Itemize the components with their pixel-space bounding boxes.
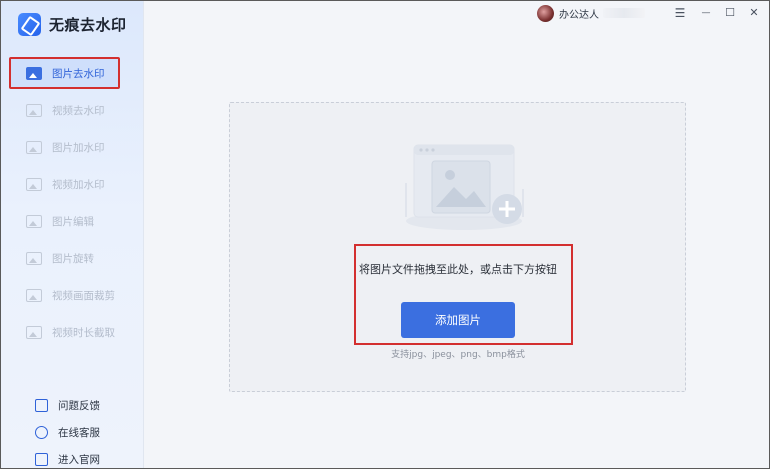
sidebar-item-label: 图片加水印 xyxy=(52,141,105,154)
username: 办公达人 xyxy=(559,9,599,21)
feedback-label: 问题反馈 xyxy=(58,399,100,412)
app-window: 无痕去水印 图片去水印 视频去水印 图片加水印 视频加水印 图片编辑 图片旋转 … xyxy=(0,0,770,469)
sidebar-item-label: 视频时长截取 xyxy=(52,326,115,339)
avatar xyxy=(537,4,554,22)
feedback-link[interactable]: 问题反馈 xyxy=(35,396,100,414)
user-profile[interactable]: 办公达人 xyxy=(537,4,645,22)
title-bar: 办公达人 ☰ — ☐ ✕ xyxy=(144,1,769,27)
close-button[interactable]: ✕ xyxy=(747,6,761,20)
customer-service-link[interactable]: 在线客服 xyxy=(35,423,100,441)
sidebar-bottom-links: 问题反馈 在线客服 进入官网 xyxy=(35,396,100,468)
website-link[interactable]: 进入官网 xyxy=(35,450,100,468)
app-logo: 无痕去水印 xyxy=(18,9,127,39)
sidebar-item-video-add-watermark[interactable]: 视频加水印 xyxy=(9,168,137,200)
trim-icon xyxy=(26,325,42,339)
supported-formats-text: 支持jpg、jpeg、png、bmp格式 xyxy=(391,350,525,360)
sidebar-item-label: 图片旋转 xyxy=(52,252,94,265)
sidebar-item-image-remove-watermark[interactable]: 图片去水印 xyxy=(9,57,120,89)
blurred-text xyxy=(603,8,645,18)
crop-icon xyxy=(26,288,42,302)
sidebar-item-video-trim[interactable]: 视频时长截取 xyxy=(9,316,137,348)
drop-hint-text: 将图片文件拖拽至此处，或点击下方按钮 xyxy=(359,263,557,276)
sidebar-item-label: 图片去水印 xyxy=(52,67,105,80)
sidebar-item-video-crop[interactable]: 视频画面裁剪 xyxy=(9,279,137,311)
sidebar-item-label: 图片编辑 xyxy=(52,215,94,228)
sidebar-menu: 图片去水印 视频去水印 图片加水印 视频加水印 图片编辑 图片旋转 视频画面裁剪… xyxy=(9,57,137,353)
add-image-button[interactable]: 添加图片 xyxy=(401,302,515,338)
image-icon xyxy=(26,66,42,80)
image-edit-icon xyxy=(26,214,42,228)
minimize-button[interactable]: — xyxy=(699,6,713,20)
eraser-logo-icon xyxy=(18,12,41,36)
upload-image-illustration-icon xyxy=(405,144,524,230)
app-title: 无痕去水印 xyxy=(49,15,127,34)
rotate-icon xyxy=(26,251,42,265)
customer-service-icon xyxy=(35,425,48,439)
maximize-button[interactable]: ☐ xyxy=(723,6,737,20)
sidebar-item-label: 视频画面裁剪 xyxy=(52,289,115,302)
image-drop-zone[interactable]: 将图片文件拖拽至此处，或点击下方按钮 添加图片 支持jpg、jpeg、png、b… xyxy=(229,102,686,392)
sidebar-item-label: 视频去水印 xyxy=(52,104,105,117)
sidebar-item-label: 视频加水印 xyxy=(52,178,105,191)
sidebar: 无痕去水印 图片去水印 视频去水印 图片加水印 视频加水印 图片编辑 图片旋转 … xyxy=(1,1,144,468)
website-label: 进入官网 xyxy=(58,453,100,466)
feedback-icon xyxy=(35,398,48,412)
sidebar-item-image-rotate[interactable]: 图片旋转 xyxy=(9,242,137,274)
customer-service-label: 在线客服 xyxy=(58,426,100,439)
menu-icon[interactable]: ☰ xyxy=(673,6,687,20)
sidebar-item-image-add-watermark[interactable]: 图片加水印 xyxy=(9,131,137,163)
sidebar-item-image-edit[interactable]: 图片编辑 xyxy=(9,205,137,237)
website-icon xyxy=(35,452,48,466)
sidebar-item-video-remove-watermark[interactable]: 视频去水印 xyxy=(9,94,137,126)
video-add-icon xyxy=(26,177,42,191)
image-add-icon xyxy=(26,140,42,154)
video-icon xyxy=(26,103,42,117)
